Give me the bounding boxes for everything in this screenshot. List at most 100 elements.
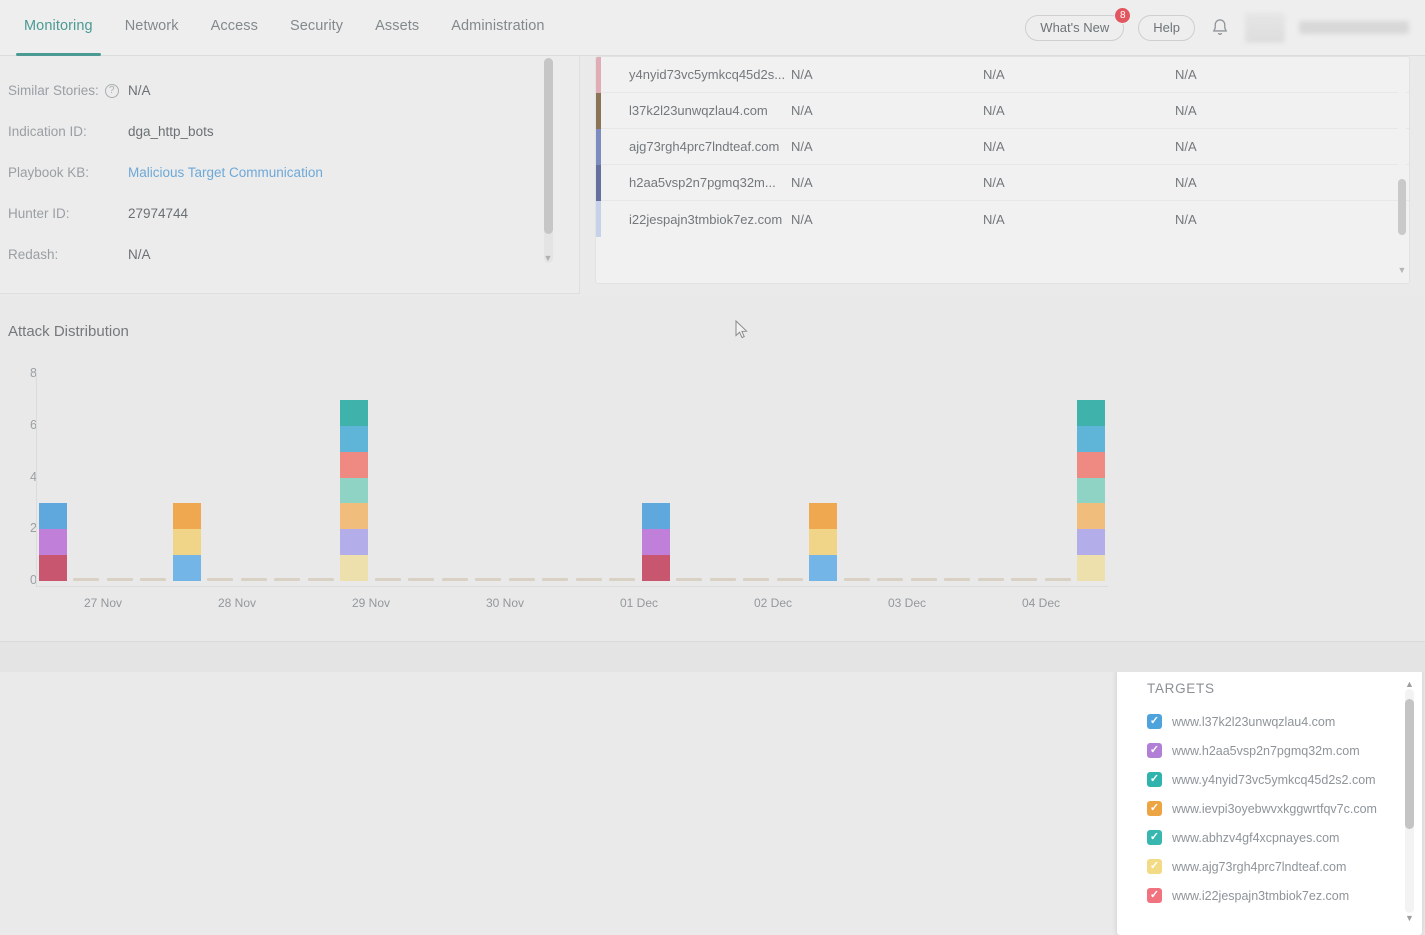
whats-new-button[interactable]: What's New 8 (1025, 6, 1132, 41)
chart-bar[interactable] (1077, 399, 1106, 581)
bar-segment[interactable] (38, 503, 67, 530)
chart-bar[interactable] (38, 503, 67, 581)
empty-slot-tick (73, 578, 100, 581)
legend-item[interactable]: ✓ www.ievpi3oyebwvxkggwrtfqv7c.com (1117, 794, 1422, 823)
empty-slot-tick (575, 578, 602, 581)
scrollbar-thumb[interactable] (1398, 179, 1406, 235)
cell-target: ajg73rgh4prc7lndteaf.com (629, 139, 780, 154)
empty-slot-tick (508, 578, 535, 581)
bar-segment[interactable] (1077, 425, 1106, 452)
bar-segment[interactable] (172, 503, 201, 530)
nav-tab-security[interactable]: Security (274, 0, 359, 56)
bar-segment[interactable] (172, 529, 201, 556)
bell-icon[interactable] (1209, 16, 1231, 40)
cell-target: y4nyid73vc5ymkcq45d2s... (629, 67, 786, 82)
nav-tab-assets[interactable]: Assets (359, 0, 435, 56)
bar-segment[interactable] (809, 503, 838, 530)
empty-slot-tick (140, 578, 167, 581)
bar-segment[interactable] (641, 555, 670, 581)
legend-checkbox[interactable]: ✓ (1147, 830, 1162, 845)
legend-checkbox[interactable]: ✓ (1147, 801, 1162, 816)
table-scroll-down-arrow-icon[interactable]: ▼ (1397, 265, 1407, 275)
bar-segment[interactable] (340, 529, 369, 556)
chart-bar[interactable] (340, 399, 369, 581)
table-row[interactable]: y4nyid73vc5ymkcq45d2s... N/A N/A N/A (596, 57, 1409, 93)
bar-segment[interactable] (340, 425, 369, 452)
x-axis-labels: 27 Nov 28 Nov 29 Nov 30 Nov 01 Dec 02 Dec 03 D… (36, 596, 1108, 616)
bar-segment[interactable] (340, 451, 369, 478)
bar-segment[interactable] (38, 555, 67, 581)
chart-bar[interactable] (172, 503, 201, 581)
legend-checkbox[interactable]: ✓ (1147, 714, 1162, 729)
cell-col3: N/A (983, 103, 1005, 118)
scroll-down-arrow-icon[interactable]: ▼ (543, 252, 553, 264)
legend-item[interactable]: ✓ www.abhzv4gf4xcpnayes.com (1117, 823, 1422, 852)
legend-scroll-up-arrow-icon[interactable]: ▲ (1404, 679, 1415, 689)
bar-segment[interactable] (340, 555, 369, 581)
legend-item[interactable]: ✓ www.h2aa5vsp2n7pgmq32m.com (1117, 736, 1422, 765)
scrollbar-thumb[interactable] (1405, 699, 1414, 829)
nav-tab-network[interactable]: Network (109, 0, 195, 56)
chart-bar[interactable] (641, 503, 670, 581)
table-row[interactable]: l37k2l23unwqzlau4.com N/A N/A N/A (596, 92, 1409, 129)
table-row[interactable]: ajg73rgh4prc7lndteaf.com N/A N/A N/A (596, 128, 1409, 165)
table-scrollbar[interactable] (1398, 61, 1406, 279)
table-row[interactable]: i22jespajn3tmbiok7ez.com N/A N/A N/A (596, 201, 1409, 237)
similar-stories-label: Similar Stories: (8, 83, 99, 98)
bar-segment[interactable] (641, 503, 670, 530)
empty-slot-tick (542, 578, 569, 581)
legend-item[interactable]: ✓ www.i22jespajn3tmbiok7ez.com (1117, 881, 1422, 910)
legend-checkbox[interactable]: ✓ (1147, 772, 1162, 787)
bar-segment[interactable] (809, 529, 838, 556)
legend-checkbox[interactable]: ✓ (1147, 743, 1162, 758)
bar-segment[interactable] (1077, 503, 1106, 530)
avatar[interactable] (1245, 12, 1285, 43)
bar-segment[interactable] (1077, 451, 1106, 478)
chart-bar[interactable] (809, 503, 838, 581)
bar-segment[interactable] (1077, 399, 1106, 426)
bar-segment[interactable] (1077, 529, 1106, 556)
nav-tab-monitoring[interactable]: Monitoring (8, 0, 109, 56)
table-row[interactable]: h2aa5vsp2n7pgmq32m... N/A N/A N/A (596, 164, 1409, 201)
legend-scroll-down-arrow-icon[interactable]: ▼ (1404, 913, 1415, 923)
nav-tab-access[interactable]: Access (195, 0, 274, 56)
bar-segment[interactable] (1077, 555, 1106, 581)
cell-col4: N/A (1175, 67, 1197, 82)
empty-slot-tick (240, 578, 267, 581)
top-header-bar: Monitoring Network Access Security Asset… (0, 0, 1425, 56)
empty-slot-tick (609, 578, 636, 581)
legend-checkbox[interactable]: ✓ (1147, 859, 1162, 874)
legend-item[interactable]: ✓ www.ajg73rgh4prc7lndteaf.com (1117, 852, 1422, 881)
help-label: Help (1153, 20, 1180, 35)
cell-col2: N/A (791, 139, 813, 154)
detail-value: N/A (128, 83, 151, 98)
detail-panel-scrollbar[interactable] (544, 58, 553, 263)
detail-row-hunter-id: Hunter ID: 27974744 (8, 193, 579, 234)
cell-col3: N/A (983, 211, 1005, 227)
empty-slot-tick (207, 578, 234, 581)
detail-value: N/A (128, 247, 151, 262)
bar-segment[interactable] (340, 399, 369, 426)
scrollbar-thumb[interactable] (544, 58, 553, 234)
cell-col3: N/A (983, 175, 1005, 190)
empty-slot-tick (106, 578, 133, 581)
bar-segment[interactable] (340, 477, 369, 504)
bar-segment[interactable] (38, 529, 67, 556)
legend-checkbox[interactable]: ✓ (1147, 888, 1162, 903)
bar-segment[interactable] (1077, 477, 1106, 504)
x-axis-tick-label: 01 Dec (619, 596, 659, 610)
help-button[interactable]: Help (1138, 14, 1195, 41)
detail-label: Playbook KB: (8, 165, 90, 180)
empty-slot-tick (307, 578, 334, 581)
bar-segment[interactable] (340, 503, 369, 530)
cell-col4: N/A (1175, 211, 1197, 227)
legend-item[interactable]: ✓ www.y4nyid73vc5ymkcq45d2s2.com (1117, 765, 1422, 794)
playbook-kb-link[interactable]: Malicious Target Communication (128, 165, 323, 180)
bar-segment[interactable] (809, 555, 838, 581)
bar-segment[interactable] (641, 529, 670, 556)
nav-tab-administration[interactable]: Administration (435, 0, 560, 56)
legend-item[interactable]: ✓ www.l37k2l23unwqzlau4.com (1117, 707, 1422, 736)
bar-segment[interactable] (172, 555, 201, 581)
help-circle-icon[interactable]: ? (104, 83, 119, 98)
legend-scrollbar[interactable] (1405, 689, 1414, 913)
